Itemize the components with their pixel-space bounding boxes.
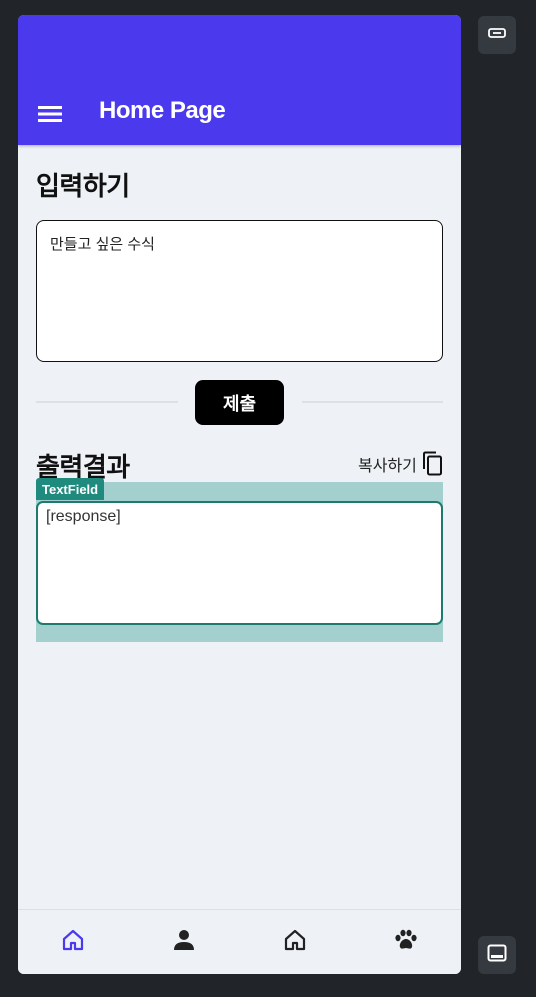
formula-input-placeholder: 만들고 싶은 수식: [50, 236, 155, 253]
home-icon: [283, 929, 307, 956]
panel-bottom-icon: [487, 944, 507, 967]
response-output-field[interactable]: [response]: [36, 501, 443, 625]
input-section-title: 입력하기: [36, 171, 130, 201]
submit-button[interactable]: 제출: [195, 380, 284, 425]
phone-screen: Home Page 입력하기 만들고 싶은 수식 제출 출력결과 복사하기 Te…: [18, 15, 461, 974]
formula-input[interactable]: 만들고 싶은 수식: [36, 220, 443, 362]
panel-toggle-button[interactable]: [478, 936, 516, 974]
copy-icon: [419, 450, 445, 478]
person-icon: [173, 929, 195, 956]
copy-button[interactable]: 복사하기: [358, 449, 445, 479]
divider-right: [302, 401, 443, 403]
widget-select-icon: [488, 26, 506, 44]
app-bar: Home Page: [18, 15, 461, 145]
nav-item-home-2[interactable]: [240, 910, 351, 974]
nav-item-home[interactable]: [18, 910, 129, 974]
copy-label: 복사하기: [358, 458, 417, 475]
home-icon: [61, 929, 85, 956]
menu-icon[interactable]: [38, 104, 62, 124]
bottom-nav: [18, 909, 461, 974]
response-text: [response]: [46, 508, 121, 525]
paw-icon: [394, 929, 418, 956]
page-title: Home Page: [99, 97, 226, 124]
nav-item-profile[interactable]: [129, 910, 240, 974]
nav-item-pets[interactable]: [350, 910, 461, 974]
widget-select-button[interactable]: [478, 16, 516, 54]
textfield-debug-tag: TextField: [36, 478, 105, 500]
divider-left: [36, 401, 178, 403]
